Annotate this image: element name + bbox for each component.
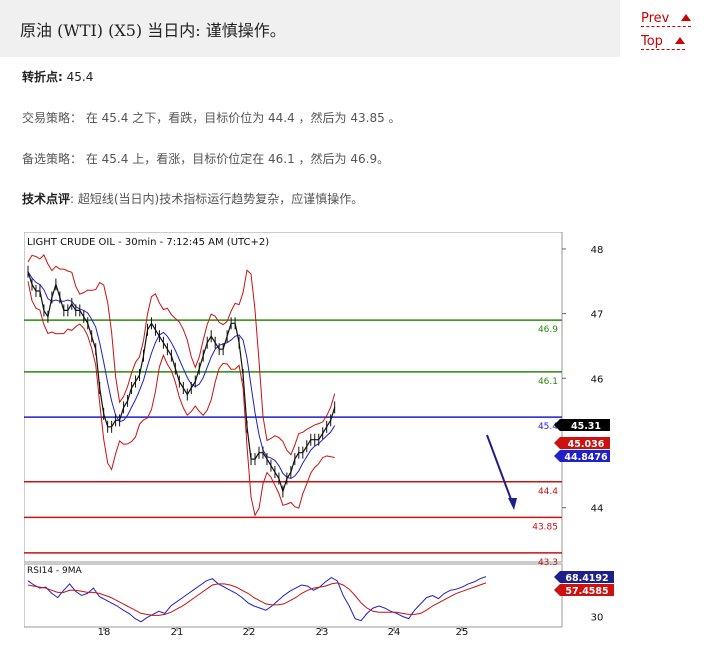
level-label: 46.9 (538, 325, 558, 335)
comment-line: 技术点评: 超短线(当日内)技术指标运行趋势复杂，应谨慎操作。 (22, 190, 363, 207)
x-tick-label: 25 (456, 627, 469, 637)
y-tick-label: 44 (591, 504, 604, 515)
alt-strategy-line: 备选策略： 在 45.4 上，看涨，目标价位定在 46.1 ，然后为 46.9。 (22, 150, 389, 167)
level-label: 43.85 (532, 522, 558, 532)
price-tag-label: 45.31 (571, 421, 601, 432)
level-label: 44.4 (538, 487, 558, 497)
x-tick-label: 24 (388, 627, 401, 637)
comment-label: 技术点评 (22, 192, 71, 206)
rsi-tag-label: 68.4192 (565, 573, 608, 584)
chart-title: LIGHT CRUDE OIL - 30min - 7:12:45 AM (UT… (27, 237, 269, 248)
top-label[interactable]: Top (641, 34, 663, 49)
alt-label: 备选策略： (22, 152, 83, 166)
price-chart: LIGHT CRUDE OIL - 30min - 7:12:45 AM (UT… (24, 232, 614, 637)
x-tick-label: 22 (243, 627, 256, 637)
rsi-tick-label: 30 (591, 613, 604, 624)
price-tag-label: 45.036 (568, 439, 605, 450)
pivot-label: 转折点: (22, 70, 63, 84)
price-tag-label: 44.8476 (564, 452, 608, 463)
x-tick-label: 23 (316, 627, 329, 637)
alt-text: 在 45.4 上，看涨，目标价位定在 46.1 ，然后为 46.9。 (85, 152, 390, 166)
up-arrow-icon (674, 37, 685, 44)
level-label: 43.3 (538, 558, 558, 568)
y-tick-label: 48 (591, 245, 604, 256)
page-title: 原油 (WTI) (X5) 当日内: 谨慎操作。 (20, 21, 286, 40)
level-label: 45.4 (538, 422, 558, 432)
level-label: 46.1 (538, 377, 558, 387)
pivot-value: 45.4 (66, 70, 94, 84)
x-tick-label: 18 (98, 627, 111, 637)
up-arrow-icon (681, 14, 692, 21)
prev-link[interactable]: Prev (641, 11, 692, 27)
y-tick-label: 47 (591, 310, 604, 321)
pivot-line: 转折点: 45.4 (22, 68, 93, 85)
price-panel-frame (24, 232, 563, 563)
strategy-label: 交易策略： (22, 111, 83, 125)
rsi-title: RSI14 - 9MA (27, 566, 83, 576)
article-header: 原油 (WTI) (X5) 当日内: 谨慎操作。 (0, 0, 620, 57)
strategy-text: 在 45.4 之下，看跌，目标价位为 44.4 ，然后为 43.85 。 (85, 111, 401, 125)
rsi-tag-label: 57.4585 (565, 586, 608, 597)
x-tick-label: 21 (171, 627, 184, 637)
top-link[interactable]: Top (641, 35, 685, 50)
prev-label[interactable]: Prev (641, 11, 669, 26)
y-tick-label: 46 (591, 374, 604, 385)
strategy-line: 交易策略： 在 45.4 之下，看跌，目标价位为 44.4 ，然后为 43.85… (22, 109, 401, 126)
comment-text: : 超短线(当日内)技术指标运行趋势复杂，应谨慎操作。 (70, 192, 364, 206)
